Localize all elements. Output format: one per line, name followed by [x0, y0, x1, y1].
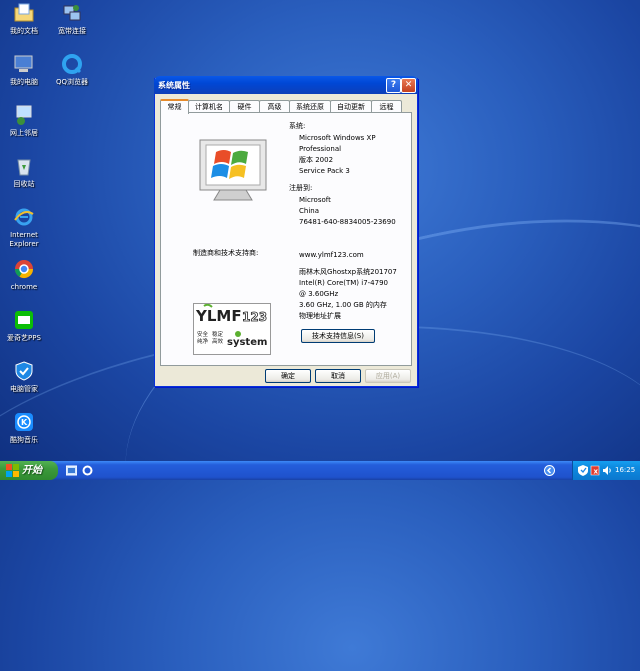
apply-button[interactable]: 应用(A)	[365, 369, 411, 383]
general-tab-panel: 系统: Microsoft Windows XP Professional 版本…	[160, 112, 412, 366]
start-button[interactable]: 开始	[0, 461, 58, 480]
close-button[interactable]: ✕	[401, 78, 416, 93]
desktop-icon-label: 我的电脑	[10, 78, 38, 86]
desktop-icon-iqiyi[interactable]: 爱奇艺PPS	[0, 309, 52, 343]
logo-brand-text: YLMF	[195, 307, 242, 325]
dialog-title: 系统属性	[158, 81, 190, 90]
desktop-icon-label: 电脑管家	[10, 385, 38, 393]
windows-flag-icon	[6, 464, 19, 477]
desktop-icon-kugou[interactable]: K 酷狗音乐	[0, 411, 52, 445]
desktop-icon-label: 酷狗音乐	[10, 436, 38, 444]
kugou-music-icon: K	[15, 413, 33, 431]
system-label: 系统:	[289, 122, 306, 130]
qq-browser-icon	[62, 54, 82, 74]
desktop-icon-label: QQ浏览器	[55, 78, 89, 86]
clock[interactable]: 16:25	[615, 466, 635, 474]
start-label: 开始	[22, 465, 42, 476]
desktop-icon-qq-browser[interactable]: QQ浏览器	[44, 53, 100, 87]
desktop-icon-label: Internet	[10, 231, 38, 239]
manufacturer-website: www.ylmf123.com	[299, 251, 364, 259]
logo-word: system	[227, 337, 267, 348]
taskbar: 开始 x 16:25	[0, 461, 640, 480]
desktop-icon-label: 宽带连接	[58, 27, 86, 35]
logo-tagline: 纯净	[197, 337, 209, 345]
desktop-icon-internet-explorer[interactable]: Internet Explorer	[0, 206, 52, 249]
ylmf-logo-graphic: YLMF 123 安全 稳定 纯净 高效 system	[194, 303, 270, 348]
registered-owner: Microsoft	[299, 196, 331, 204]
chrome-icon	[14, 260, 34, 279]
pae-info: 物理地址扩展	[299, 312, 341, 320]
iqiyi-icon	[15, 311, 33, 329]
cpu-speed: @ 3.60GHz	[299, 290, 339, 298]
dialog-titlebar[interactable]: 系统属性 ? ✕	[154, 76, 418, 94]
registered-organization: China	[299, 207, 319, 215]
computer-icon	[14, 55, 33, 72]
windows-monitor-icon	[199, 139, 267, 201]
logo-tagline: 高效	[212, 337, 224, 345]
desktop-icon-pc-manager[interactable]: 电脑管家	[0, 360, 52, 394]
cancel-button[interactable]: 取消	[315, 369, 361, 383]
help-button[interactable]: ?	[386, 78, 401, 93]
desktop-icon-chrome[interactable]: chrome	[0, 258, 52, 292]
os-version: 版本 2002	[299, 156, 334, 164]
manufacturer-label: 制造商和技术支持商:	[193, 249, 259, 257]
desktop-icon-recycle-bin[interactable]: 回收站	[0, 155, 52, 189]
folder-documents-icon	[14, 3, 34, 22]
desktop-icon-label: 网上邻居	[10, 129, 38, 137]
tray-expand-icon[interactable]	[544, 465, 555, 476]
security-alert-icon[interactable]: x	[590, 465, 600, 476]
tab-general[interactable]: 常规	[160, 99, 189, 114]
desktop-icon-network-places[interactable]: 网上邻居	[0, 104, 52, 138]
desktop-icon-label: Explorer	[9, 240, 39, 248]
desktop-icon-label: 爱奇艺PPS	[7, 334, 41, 342]
os-name: Microsoft Windows XP	[299, 134, 376, 142]
ok-button[interactable]: 确定	[265, 369, 311, 383]
registered-label: 注册到:	[289, 184, 313, 192]
cpu-model: Intel(R) Core(TM) i7-4790	[299, 279, 388, 287]
support-info-button[interactable]: 技术支持信息(S)	[301, 329, 375, 343]
show-desktop-icon[interactable]	[66, 465, 77, 476]
desktop-icon-label: chrome	[10, 283, 38, 291]
pc-manager-icon	[15, 361, 33, 381]
quicklaunch-browser-icon[interactable]	[82, 465, 93, 476]
oem-edition: 雨林木风Ghostxp系统201707	[299, 268, 397, 276]
desktop-icon-label: 我的文档	[10, 27, 38, 35]
memory-info: 3.60 GHz, 1.00 GB 的内存	[299, 301, 387, 309]
network-places-icon	[16, 105, 32, 125]
desktop-icon-label: 回收站	[13, 180, 35, 188]
logo-tagline: 安全	[197, 330, 209, 338]
network-connection-icon	[63, 5, 81, 21]
service-pack: Service Pack 3	[299, 167, 350, 175]
shield-icon[interactable]	[578, 465, 588, 476]
recycle-bin-icon	[17, 159, 31, 176]
internet-explorer-icon	[14, 208, 34, 226]
svg-text:K: K	[21, 418, 28, 427]
system-tray: x 16:25	[572, 461, 640, 480]
ylmf-logo: YLMF 123 安全 稳定 纯净 高效 system	[193, 303, 271, 355]
logo-tagline: 稳定	[212, 330, 224, 338]
system-properties-dialog: 系统属性 ? ✕ 常规 计算机名 硬件 高级 系统还原 自动更新 远程 系统: …	[154, 76, 418, 387]
desktop-icon-broadband[interactable]: 宽带连接	[44, 2, 100, 36]
product-id: 76481-640-8834005-23690	[299, 218, 396, 226]
volume-icon[interactable]	[602, 465, 612, 476]
svg-text:x: x	[594, 468, 599, 476]
os-edition: Professional	[299, 145, 342, 153]
logo-number-text: 123	[242, 310, 267, 324]
